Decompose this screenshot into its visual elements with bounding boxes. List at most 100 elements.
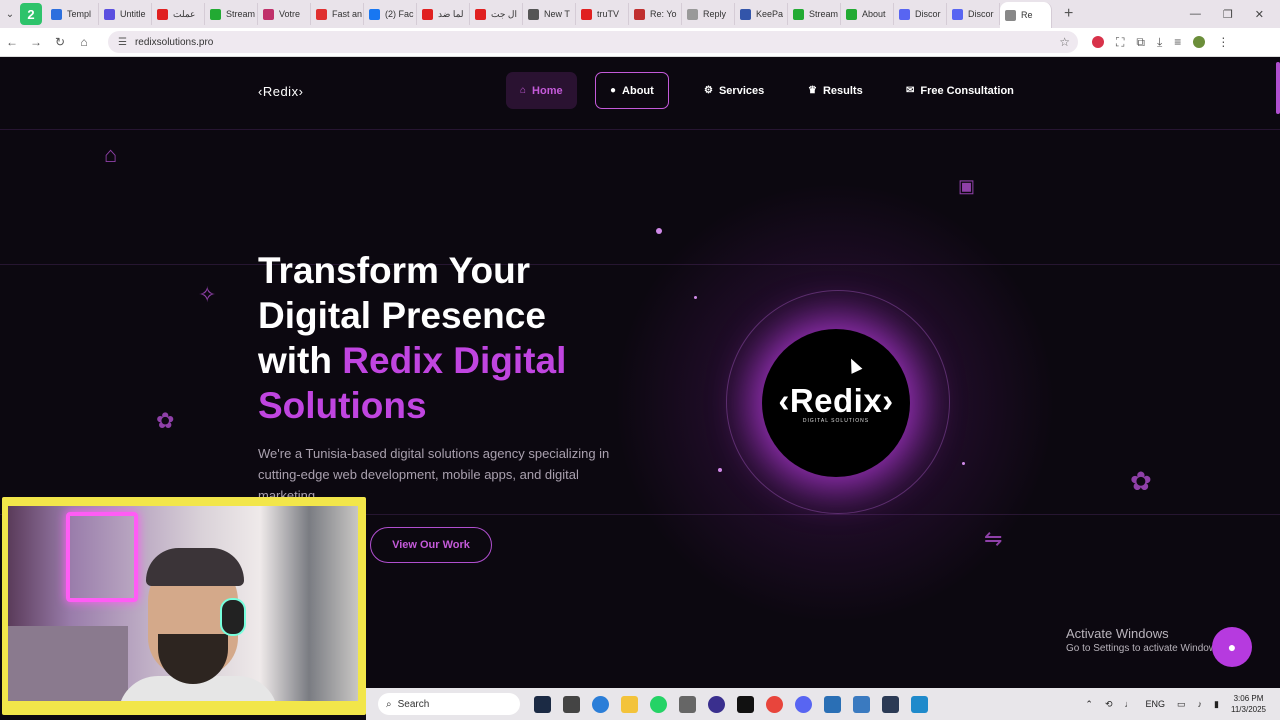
couch	[8, 626, 128, 701]
view-our-work-button[interactable]: View Our Work	[370, 527, 492, 563]
download-icon[interactable]: ⤓	[1157, 35, 1162, 50]
file-explorer-icon[interactable]	[621, 695, 638, 713]
chat-bubble-button[interactable]: ●	[1212, 627, 1252, 667]
browser-tab[interactable]: New T	[523, 3, 576, 25]
browser-tab[interactable]: Reply	[682, 3, 735, 25]
nav-home[interactable]: ⌂ Home	[506, 72, 577, 109]
extensions-puzzle-icon[interactable]: ⧉	[1136, 35, 1145, 50]
reload-icon[interactable]: ↻	[48, 35, 72, 49]
webcam-video	[8, 506, 358, 701]
browser-tab[interactable]: Discor	[947, 3, 1000, 25]
forward-icon[interactable]: →	[24, 35, 48, 49]
chrome-icon[interactable]	[766, 695, 783, 713]
battery-icon[interactable]: ▮	[1214, 699, 1219, 710]
browser-tab[interactable]: عملت	[152, 3, 205, 25]
browser-tab[interactable]: Discor	[894, 3, 947, 25]
tab-favicon-icon	[846, 8, 857, 20]
tab-favicon-icon	[899, 8, 910, 20]
nav-services[interactable]: ⚙ Services	[690, 72, 778, 109]
tab-favicon-icon	[634, 8, 645, 20]
app-icon[interactable]	[824, 695, 841, 713]
discord-icon[interactable]	[795, 695, 812, 713]
menu-kebab-icon[interactable]: ⋮	[1217, 35, 1229, 49]
app-icon[interactable]	[679, 695, 696, 713]
scrollbar[interactable]	[1276, 62, 1280, 114]
nav-free-consultation[interactable]: ✉ Free Consultation	[892, 72, 1028, 109]
browser-tab[interactable]: Votre	[258, 3, 311, 25]
site-logo[interactable]: ‹Redix›	[258, 84, 303, 99]
tray-chevron-icon[interactable]: ⌃	[1085, 699, 1093, 710]
person-cap	[146, 548, 244, 586]
clock[interactable]: 3:06 PM 11/3/2025	[1231, 693, 1266, 715]
tab-label: Templ	[67, 9, 92, 19]
tab-favicon-icon	[51, 8, 62, 20]
trophy-icon: ♛	[808, 85, 817, 96]
microphone-icon[interactable]: ♩	[1125, 699, 1134, 709]
monitor-icon[interactable]: ▭	[1177, 699, 1186, 710]
tab-label: ال جت	[491, 8, 517, 19]
nav-results[interactable]: ♛ Results	[794, 72, 877, 109]
browser-tab[interactable]: ال جت	[470, 3, 523, 25]
back-icon[interactable]: ←	[0, 35, 24, 49]
nav-results-label: Results	[822, 84, 863, 97]
tab-label: Stream	[226, 9, 256, 19]
network-icon[interactable]: ⟲	[1105, 699, 1113, 710]
nav-home-label: Home	[532, 84, 563, 97]
close-window-icon[interactable]: ✕	[1255, 8, 1264, 21]
browser-tab[interactable]: Stream	[205, 3, 258, 25]
app-icon[interactable]	[853, 695, 870, 713]
maximize-icon[interactable]: ❐	[1223, 8, 1233, 21]
browser-tab[interactable]: Fast an	[311, 3, 364, 25]
steam-icon[interactable]	[534, 695, 551, 713]
minimize-icon[interactable]: —	[1190, 8, 1201, 21]
address-bar[interactable]: ☰ redixsolutions.pro ☆	[108, 31, 1078, 53]
language-indicator[interactable]: ENG	[1146, 699, 1166, 709]
bookmark-star-icon[interactable]: ☆	[1059, 35, 1070, 49]
app-icon[interactable]	[911, 695, 928, 713]
floating-code-icon: ⌂	[104, 142, 118, 167]
windows-taskbar: ⌕ Search ⌃ ⟲ ♩ ENG ▭ ♪ ▮ 3:06 PM 11/3/20…	[366, 688, 1280, 720]
app-icon[interactable]	[708, 695, 725, 713]
taskbar-search[interactable]: ⌕ Search	[378, 693, 520, 715]
browser-tab[interactable]: لما ضد	[417, 3, 470, 25]
home-icon[interactable]: ⌂	[72, 35, 96, 49]
app-icon[interactable]	[592, 695, 609, 713]
app-icon[interactable]	[563, 695, 580, 713]
extension-icon[interactable]: ⛶	[1116, 35, 1124, 50]
tab-label: عملت	[173, 8, 196, 19]
browser-tab[interactable]: Re	[1000, 2, 1052, 28]
avatar[interactable]	[1193, 36, 1206, 48]
nav-about[interactable]: ● About	[595, 72, 669, 109]
browser-toolbar: ← → ↻ ⌂ ☰ redixsolutions.pro ☆ ⛶ ⧉ ⤓ ≡ ⋮	[0, 28, 1280, 57]
tab-favicon-icon	[316, 8, 327, 20]
whatsapp-icon[interactable]	[650, 695, 667, 713]
browser-tab[interactable]: Templ	[46, 3, 99, 25]
media-icon[interactable]: ≡	[1174, 35, 1181, 49]
browser-tab[interactable]: Untitle	[99, 3, 152, 25]
new-tab-button[interactable]: +	[1052, 5, 1085, 23]
site-info-icon[interactable]: ☰	[118, 37, 127, 48]
tab-favicon-icon	[952, 8, 963, 20]
browser-tab[interactable]: About	[841, 3, 894, 25]
hero-title: Transform Your Digital Presence with Red…	[258, 248, 638, 428]
clock-date: 11/3/2025	[1231, 705, 1266, 714]
tab-favicon-icon	[687, 8, 698, 20]
floating-tag-icon: ✧	[198, 282, 217, 307]
tab-label: Reply	[703, 9, 727, 19]
tab-list-icon[interactable]: ⌄	[0, 9, 20, 20]
browser-tab[interactable]: Re: Yo	[629, 3, 682, 25]
extension-icon[interactable]	[1092, 36, 1104, 48]
particle	[718, 468, 722, 472]
browser-tab[interactable]: KeePa	[735, 3, 788, 25]
volume-icon[interactable]: ♪	[1198, 699, 1203, 709]
profile-badge[interactable]: 2	[20, 3, 42, 25]
headset-icon	[220, 598, 246, 636]
app-icon[interactable]	[882, 695, 899, 713]
orb-logo: ‹Redix›	[778, 382, 894, 419]
browser-tab[interactable]: truTV	[576, 3, 629, 25]
browser-tab[interactable]: (2) Fac	[364, 3, 417, 25]
browser-tab[interactable]: Stream	[788, 3, 841, 25]
user-icon: ●	[610, 85, 617, 96]
activation-title: Activate Windows	[1066, 626, 1169, 641]
tiktok-icon[interactable]	[737, 695, 754, 713]
